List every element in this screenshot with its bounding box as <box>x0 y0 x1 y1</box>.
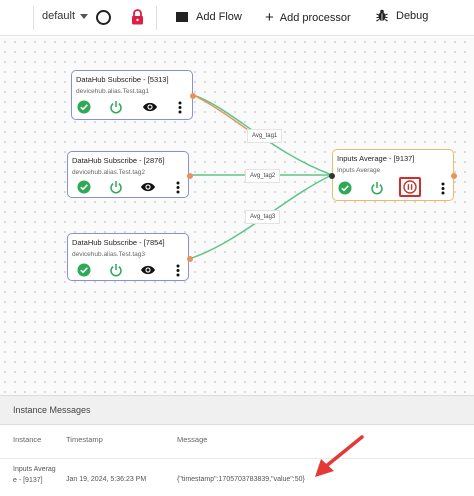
panel-header: Instance Messages <box>0 395 474 425</box>
wire-label-tag1[interactable]: Avg_tag1 <box>247 129 283 143</box>
circle-icon[interactable] <box>96 10 111 25</box>
node-title: Inputs Average - [9137] <box>337 154 415 163</box>
toolbar: default Add Flow + Add processor Debug <box>0 0 474 36</box>
more-vert-icon[interactable] <box>176 99 184 115</box>
row-instance: Inputs Averag e - [9137] <box>13 465 56 487</box>
row-instance-line2: e - [9137] <box>13 476 43 484</box>
node-datahub-subscribe-7854[interactable]: DataHub Subscribe - [7854] devicehub.ali… <box>67 233 193 281</box>
power-icon[interactable] <box>108 99 124 115</box>
add-flow-button[interactable]: Add Flow <box>176 11 242 23</box>
toolbar-divider <box>156 6 157 30</box>
node-datahub-subscribe-5313[interactable]: DataHub Subscribe - [5313] devicehub.ali… <box>71 70 196 120</box>
more-vert-icon[interactable] <box>174 262 182 278</box>
row-divider <box>0 458 474 459</box>
node-datahub-subscribe-2876[interactable]: DataHub Subscribe - [2876] devicehub.ali… <box>67 151 193 198</box>
pause-icon <box>403 180 417 194</box>
wire-label-tag2[interactable]: Avg_tag2 <box>245 169 281 183</box>
node-inputs-average-9137[interactable]: Inputs Average - [9137] Inputs Average <box>329 149 457 201</box>
instance-messages-panel: Instance Messages Instance Timestamp Mes… <box>0 395 474 496</box>
input-port[interactable] <box>329 173 335 179</box>
chevron-down-icon <box>80 13 89 19</box>
check-circle-icon[interactable] <box>76 262 92 278</box>
flow-selector[interactable]: default <box>42 10 89 22</box>
pause-button[interactable] <box>399 177 421 197</box>
lock-icon[interactable] <box>131 9 144 25</box>
add-processor-label: Add processor <box>279 11 351 24</box>
power-icon[interactable] <box>108 262 124 278</box>
output-port[interactable] <box>187 256 193 262</box>
output-port[interactable] <box>187 173 193 179</box>
power-icon[interactable] <box>369 180 385 196</box>
node-title: DataHub Subscribe - [7854] <box>72 238 165 247</box>
node-subtitle: devicehub.alias.Test.tag3 <box>72 251 145 258</box>
add-processor-button[interactable]: + Add processor <box>265 9 351 26</box>
output-port[interactable] <box>190 93 196 99</box>
check-circle-icon[interactable] <box>76 99 92 115</box>
output-port[interactable] <box>451 173 457 179</box>
node-subtitle: devicehub.alias.Test.tag1 <box>76 88 149 95</box>
column-header-timestamp: Timestamp <box>66 435 103 444</box>
bug-icon <box>376 9 388 22</box>
row-message: {"timestamp":1705703783839,"value":50} <box>177 476 305 483</box>
column-header-message: Message <box>177 435 208 444</box>
node-subtitle: devicehub.alias.Test.tag2 <box>72 169 145 176</box>
debug-button[interactable]: Debug <box>376 9 428 22</box>
eye-icon[interactable] <box>138 179 158 195</box>
eye-icon[interactable] <box>138 262 158 278</box>
panel-title: Instance Messages <box>13 405 91 415</box>
check-circle-icon[interactable] <box>76 179 92 195</box>
more-vert-icon[interactable] <box>174 179 182 195</box>
flow-canvas[interactable]: DataHub Subscribe - [5313] devicehub.ali… <box>0 37 474 395</box>
node-title: DataHub Subscribe - [2876] <box>72 156 165 165</box>
node-subtitle: Inputs Average <box>337 167 381 174</box>
debug-label: Debug <box>396 9 429 22</box>
add-flow-label: Add Flow <box>196 11 242 23</box>
wire-tag1-orange <box>192 94 249 131</box>
row-instance-line1: Inputs Averag <box>13 466 56 473</box>
menu-icon[interactable] <box>9 11 23 23</box>
eye-icon[interactable] <box>140 99 160 115</box>
column-header-instance: Instance <box>13 435 42 444</box>
node-title: DataHub Subscribe - [5313] <box>76 75 169 84</box>
toolbar-divider <box>33 6 34 30</box>
more-vert-icon[interactable] <box>439 180 447 196</box>
flow-selector-value: default <box>42 10 76 22</box>
flow-icon <box>176 12 188 22</box>
plus-icon: + <box>265 9 274 26</box>
wire-label-tag3[interactable]: Avg_tag3 <box>245 210 281 224</box>
check-circle-icon[interactable] <box>337 180 353 196</box>
row-timestamp: Jan 19, 2024, 5:36:23 PM <box>66 476 147 483</box>
arrow-annotation <box>315 435 364 477</box>
power-icon[interactable] <box>108 179 124 195</box>
